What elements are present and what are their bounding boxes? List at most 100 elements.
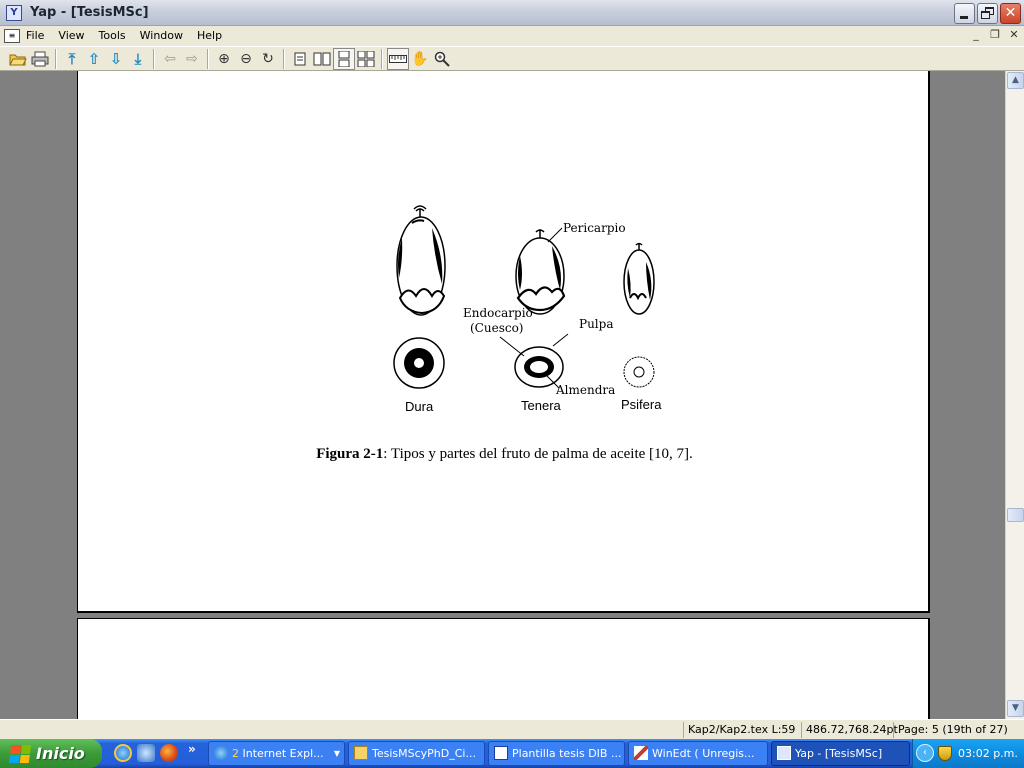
taskbar-item-folder[interactable]: TesisMScyPhD_Ci... — [348, 741, 485, 766]
start-label: Inicio — [36, 744, 85, 763]
show-hidden-icons-button[interactable]: ‹ — [916, 744, 934, 762]
tenera-cross-section — [499, 333, 569, 389]
task-label: Plantilla tesis DIB ... — [512, 747, 622, 760]
scroll-thumb[interactable] — [1007, 508, 1024, 522]
task-label: WinEdt ( Unregis... — [652, 747, 755, 760]
chevron-down-icon: ▼ — [333, 749, 340, 758]
task-label: Yap - [TesisMSc] — [795, 747, 883, 760]
hand-tool-icon[interactable]: ✋ — [409, 48, 431, 70]
continuous-double-icon[interactable] — [355, 48, 377, 70]
tenera-fruit-drawing — [515, 227, 566, 315]
menu-view[interactable]: View — [51, 27, 91, 44]
zoom-in-icon[interactable]: ⊕ — [213, 48, 235, 70]
taskbar-item-word[interactable]: Plantilla tesis DIB ... — [488, 741, 625, 766]
quicklaunch-more-icon[interactable]: » — [188, 742, 196, 756]
word-document-icon — [494, 746, 508, 760]
firefox-quicklaunch-icon[interactable] — [160, 744, 178, 762]
menu-window[interactable]: Window — [133, 27, 190, 44]
label-psifera: Psifera — [621, 397, 662, 412]
doc-restore-button[interactable]: ❐ — [987, 27, 1003, 43]
vertical-scrollbar[interactable]: ▲ ▼ — [1005, 71, 1024, 719]
print-icon[interactable] — [29, 48, 51, 70]
menu-bar: ≡ File View Tools Window Help _ ❐ ✕ — [0, 26, 1024, 45]
single-page-icon[interactable] — [289, 48, 311, 70]
toolbar: ⤒ ⇧ ⇩ ⤓ ⇦ ⇨ ⊕ ⊖ ↻ ✋ — [0, 46, 1024, 71]
restore-button[interactable] — [977, 3, 998, 24]
forward-icon[interactable]: ⇨ — [181, 48, 203, 70]
zoom-out-icon[interactable]: ⊖ — [235, 48, 257, 70]
doc-close-button[interactable]: ✕ — [1006, 27, 1022, 43]
back-icon[interactable]: ⇦ — [159, 48, 181, 70]
toolbar-separator — [55, 48, 57, 69]
previous-page-icon[interactable]: ⇧ — [83, 48, 105, 70]
window-title: Yap - [TesisMSc] — [30, 5, 149, 20]
close-button[interactable]: ✕ — [1000, 3, 1021, 24]
yap-app-icon — [777, 746, 791, 760]
windows-logo-icon — [8, 744, 32, 763]
caption-text: : Tipos y partes del fruto de palma de a… — [383, 446, 693, 462]
menu-file[interactable]: File — [20, 27, 51, 44]
dura-cross-section — [393, 337, 445, 389]
close-icon: ✕ — [1004, 5, 1017, 21]
taskbar-item-winedt[interactable]: WinEdt ( Unregis... — [628, 741, 768, 766]
winedt-icon — [634, 746, 648, 760]
ie-quicklaunch-icon[interactable] — [114, 744, 132, 762]
document-viewport[interactable]: Pericarpio Endocarpio (Cuesco) Pulpa Alm… — [0, 71, 1005, 719]
internet-explorer-icon — [214, 746, 228, 760]
magnifier-icon[interactable] — [431, 48, 453, 70]
next-document-page — [77, 618, 930, 719]
continuous-page-icon[interactable] — [333, 47, 355, 70]
doc-minimize-button[interactable]: _ — [968, 27, 984, 43]
clock[interactable]: 03:02 p.m. — [958, 739, 1018, 768]
open-folder-icon[interactable] — [7, 48, 29, 70]
toolbar-separator — [207, 48, 209, 69]
taskbar: Inicio » 2 Internet Expl... ▼ TesisMScyP… — [0, 739, 1024, 768]
psifera-fruit-drawing — [623, 242, 655, 315]
status-bar: Kap2/Kap2.tex L:59 486.72,768.24pt Page:… — [0, 719, 1024, 739]
label-pulpa: Pulpa — [579, 317, 614, 331]
palm-fruit-figure: Pericarpio Endocarpio (Cuesco) Pulpa Alm… — [362, 198, 680, 416]
menu-help[interactable]: Help — [190, 27, 229, 44]
task-label: Internet Expl... — [242, 747, 324, 760]
double-page-icon[interactable] — [311, 48, 333, 70]
menu-tools[interactable]: Tools — [92, 27, 133, 44]
refresh-icon[interactable]: ↻ — [257, 48, 279, 70]
minimize-button[interactable] — [954, 3, 975, 24]
outlook-quicklaunch-icon[interactable] — [137, 744, 155, 762]
task-group-count: 2 — [232, 747, 239, 760]
scroll-up-button[interactable]: ▲ — [1007, 72, 1024, 89]
document-icon[interactable]: ≡ — [4, 28, 20, 43]
figure-caption: Figura 2-1: Tipos y partes del fruto de … — [78, 446, 931, 463]
ruler-icon[interactable] — [387, 47, 409, 70]
task-label: TesisMScyPhD_Ci... — [372, 747, 476, 760]
label-dura: Dura — [405, 399, 434, 414]
folder-icon — [354, 746, 368, 760]
last-page-icon[interactable]: ⤓ — [127, 48, 149, 70]
taskbar-item-internet-explorer[interactable]: 2 Internet Expl... ▼ — [208, 741, 345, 766]
label-endocarpio: Endocarpio — [463, 306, 533, 320]
toolbar-separator — [381, 48, 383, 69]
window-controls: ✕ — [954, 3, 1021, 24]
title-bar: Y Yap - [TesisMSc] ✕ — [0, 0, 1024, 26]
caption-number: Figura 2-1 — [316, 446, 384, 462]
toolbar-separator — [283, 48, 285, 69]
system-tray: ‹ 03:02 p.m. — [912, 739, 1024, 768]
document-page: Pericarpio Endocarpio (Cuesco) Pulpa Alm… — [77, 71, 930, 613]
label-tenera: Tenera — [521, 398, 561, 413]
yap-app-icon[interactable]: Y — [6, 4, 22, 21]
first-page-icon[interactable]: ⤒ — [61, 48, 83, 70]
label-cuesco: (Cuesco) — [470, 321, 524, 335]
label-almendra: Almendra — [556, 383, 616, 397]
start-button[interactable]: Inicio — [0, 739, 102, 768]
taskbar-item-yap[interactable]: Yap - [TesisMSc] — [771, 741, 910, 766]
next-page-icon[interactable]: ⇩ — [105, 48, 127, 70]
security-shield-icon[interactable] — [938, 746, 952, 761]
document-window-controls: _ ❐ ✕ — [968, 27, 1022, 43]
toolbar-separator — [153, 48, 155, 69]
label-pericarpio: Pericarpio — [563, 221, 626, 235]
scroll-down-button[interactable]: ▼ — [1007, 700, 1024, 717]
psifera-cross-section — [623, 356, 655, 388]
minimize-icon — [960, 16, 968, 19]
status-position: 486.72,768.24pt — [801, 722, 898, 738]
status-file: Kap2/Kap2.tex L:59 — [683, 722, 795, 738]
